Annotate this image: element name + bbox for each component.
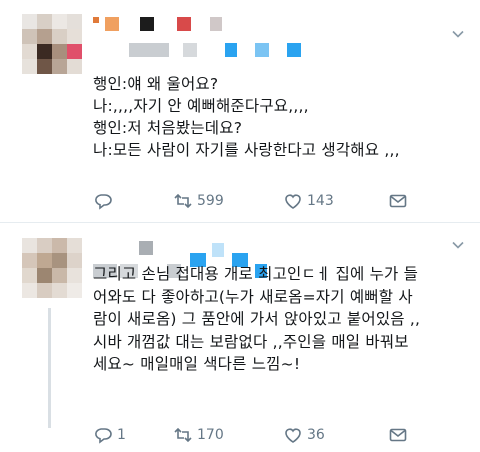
retweet-count: 599	[197, 193, 224, 209]
tweet-text: 행인:얘 왜 울어요? 나:,,,,자기 안 예뻐해준다구요,,,, 행인:저 …	[93, 75, 400, 159]
reply-icon	[95, 194, 112, 210]
chevron-down-icon[interactable]	[450, 237, 466, 253]
like-count: 36	[307, 427, 325, 443]
tweet-2[interactable]: 그리고 손님 접대용 개로 최고인ㄷㅔ 집에 누가 들 어와도 다 좋아하고(누…	[0, 223, 480, 452]
tweet-actions: 599 143	[93, 190, 460, 212]
retweet-button[interactable]: 170	[173, 424, 283, 446]
tweet-actions: 1 170 36	[93, 424, 460, 446]
like-button[interactable]: 36	[283, 424, 388, 446]
heart-icon	[285, 428, 301, 443]
heart-icon	[285, 194, 301, 209]
envelope-icon	[389, 428, 407, 442]
avatar-pixelated[interactable]	[22, 14, 82, 74]
chevron-down-icon[interactable]	[450, 26, 466, 42]
tweet-1[interactable]: 행인:얘 왜 울어요? 나:,,,,자기 안 예뻐해준다구요,,,, 행인:저 …	[0, 0, 480, 222]
reply-icon	[95, 428, 112, 444]
like-button[interactable]: 143	[283, 190, 388, 212]
thread-line	[48, 308, 51, 428]
avatar-pixelated[interactable]	[22, 238, 82, 298]
reply-count: 1	[117, 427, 126, 443]
retweet-count: 170	[197, 427, 224, 443]
tweet-text: 그리고 손님 접대용 개로 최고인ㄷㅔ 집에 누가 들 어와도 다 좋아하고(누…	[93, 265, 421, 374]
like-count: 143	[307, 193, 334, 209]
envelope-icon	[389, 194, 407, 208]
retweet-icon	[174, 427, 192, 443]
reply-button[interactable]	[93, 190, 173, 212]
retweet-button[interactable]: 599	[173, 190, 283, 212]
reply-button[interactable]: 1	[93, 424, 173, 446]
dm-button[interactable]	[388, 424, 418, 446]
dm-button[interactable]	[388, 190, 418, 212]
retweet-icon	[174, 193, 192, 209]
